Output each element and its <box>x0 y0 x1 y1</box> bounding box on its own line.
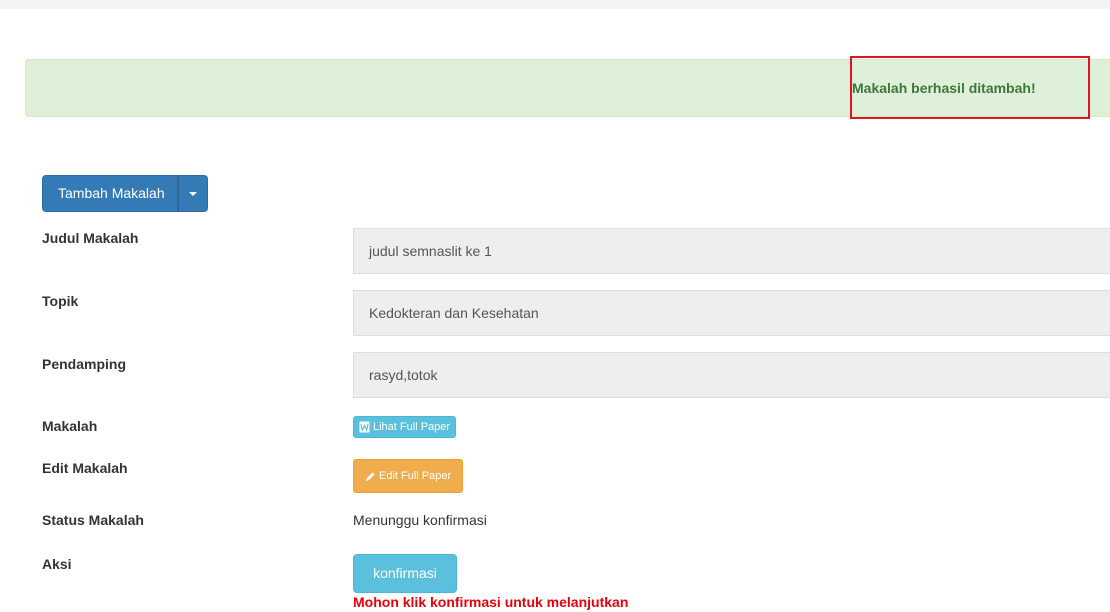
edit-full-paper-button[interactable]: Edit Full Paper <box>353 459 464 493</box>
confirm-button[interactable]: konfirmasi <box>353 554 457 593</box>
action-label: Aksi <box>42 556 72 572</box>
companion-field: rasyd,totok <box>353 352 1110 398</box>
status-label: Status Makalah <box>42 512 144 528</box>
view-full-paper-label: Lihat Full Paper <box>373 421 451 433</box>
status-value: Menunggu konfirmasi <box>353 512 487 528</box>
topic-label: Topik <box>42 293 79 309</box>
caret-down-icon <box>188 191 197 196</box>
topic-field: Kedokteran dan Kesehatan <box>353 290 1110 336</box>
edit-full-paper-label: Edit Full Paper <box>379 470 452 482</box>
pencil-icon <box>365 471 376 482</box>
word-document-icon <box>359 421 370 433</box>
success-alert: Makalah berhasil ditambah! <box>25 59 1110 117</box>
add-paper-button-group: Tambah Makalah <box>42 175 208 212</box>
title-field: judul semnaslit ke 1 <box>353 228 1110 274</box>
top-strip <box>0 0 1110 9</box>
confirm-hint: Mohon klik konfirmasi untuk melanjutkan <box>353 594 629 610</box>
edit-paper-label: Edit Makalah <box>42 460 128 476</box>
view-full-paper-button[interactable]: Lihat Full Paper <box>353 416 457 438</box>
success-alert-message: Makalah berhasil ditambah! <box>852 80 1036 96</box>
add-paper-dropdown-toggle[interactable] <box>177 175 208 212</box>
add-paper-button[interactable]: Tambah Makalah <box>42 175 178 212</box>
title-label: Judul Makalah <box>42 230 139 246</box>
companion-label: Pendamping <box>42 356 127 372</box>
paper-label: Makalah <box>42 418 98 434</box>
